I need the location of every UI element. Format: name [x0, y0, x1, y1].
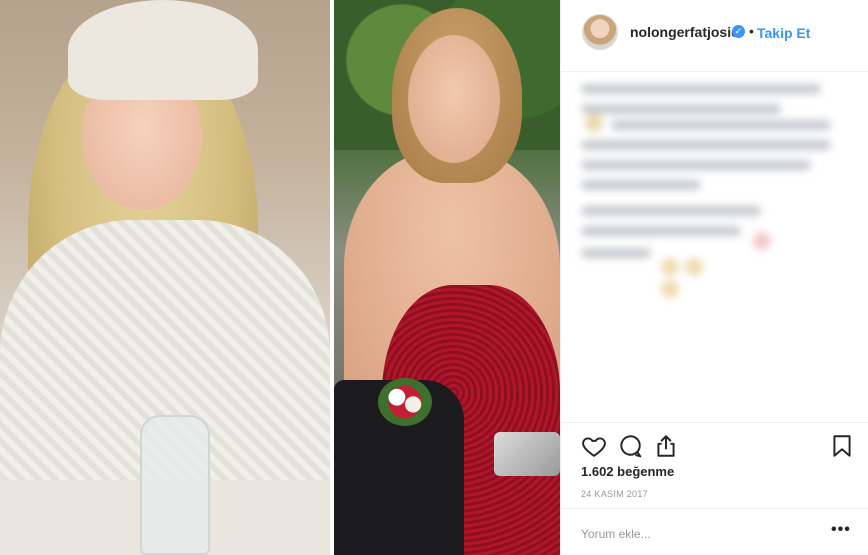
more-options-icon[interactable]: ••• — [831, 521, 851, 539]
post-media[interactable] — [0, 0, 560, 555]
photo-before — [0, 0, 330, 555]
face-shape — [408, 35, 500, 163]
username-link[interactable]: nolongerfatjosie — [630, 24, 739, 40]
comment-icon[interactable] — [617, 433, 643, 459]
post-side-panel: nolongerfatjosie ✓ • Takip Et 1.602 beğe… — [560, 0, 868, 555]
verified-badge-icon: ✓ — [732, 25, 745, 38]
follow-button[interactable]: Takip Et — [757, 25, 810, 41]
bottle-shape — [140, 415, 210, 555]
bookmark-icon[interactable] — [829, 433, 855, 459]
post-date[interactable]: 24 KASIM 2017 — [581, 489, 648, 499]
corsage-shape — [378, 378, 432, 426]
instagram-post: nolongerfatjosie ✓ • Takip Et 1.602 beğe… — [0, 0, 868, 555]
post-actions — [561, 422, 868, 468]
heart-icon[interactable] — [581, 433, 607, 459]
post-header: nolongerfatjosie ✓ • Takip Et — [561, 0, 868, 72]
avatar[interactable] — [582, 14, 618, 50]
photo-after — [334, 0, 560, 555]
share-icon[interactable] — [653, 433, 679, 459]
blurred-caption — [581, 80, 851, 310]
comment-bar: ••• — [561, 508, 868, 555]
headscarf-shape — [68, 0, 258, 100]
likes-count[interactable]: 1.602 beğenme — [581, 464, 674, 479]
comment-input[interactable] — [581, 525, 811, 543]
header-separator: • — [749, 23, 754, 39]
clutch-shape — [494, 432, 560, 476]
